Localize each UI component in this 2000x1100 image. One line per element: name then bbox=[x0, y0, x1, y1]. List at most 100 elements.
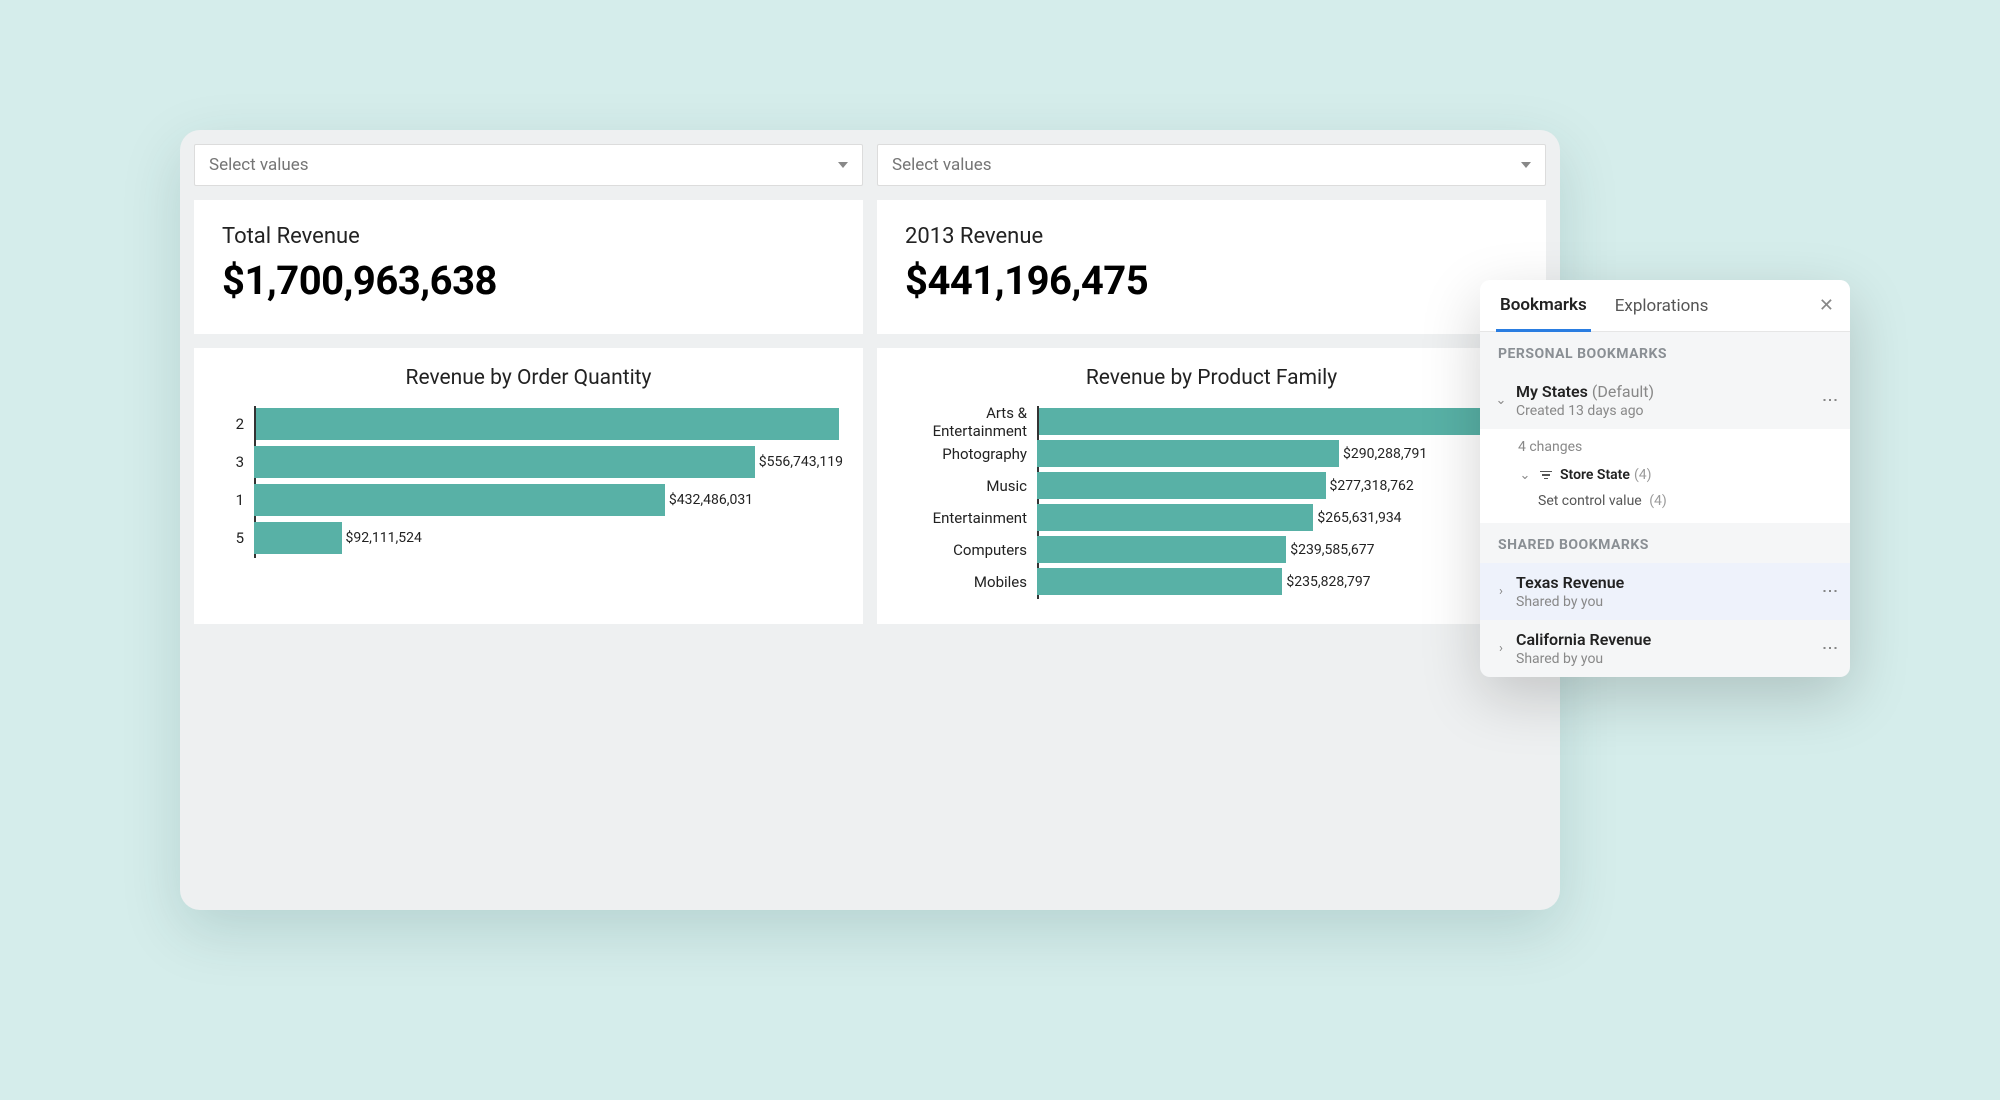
bar-category: 1 bbox=[214, 491, 254, 509]
bar-fill bbox=[1037, 472, 1326, 499]
kpi-value: $1,700,963,638 bbox=[222, 257, 835, 304]
bar-track: $235,828,797 bbox=[1037, 568, 1526, 595]
bookmark-text: My States (Default) Created 13 days ago bbox=[1516, 382, 1823, 419]
bar-value: $92,111,524 bbox=[346, 530, 422, 546]
bar-row: 3$556,743,119 bbox=[214, 446, 843, 478]
bar-fill bbox=[1037, 504, 1313, 531]
bar-value: $277,318,762 bbox=[1330, 478, 1414, 494]
store-state-label: Store State bbox=[1560, 467, 1630, 483]
bar-category: Computers bbox=[897, 541, 1037, 559]
kpi-title: Total Revenue bbox=[222, 224, 835, 249]
bar-fill bbox=[1037, 408, 1522, 435]
bar-category: 5 bbox=[214, 529, 254, 547]
bar-category: Mobiles bbox=[897, 573, 1037, 591]
bookmark-title: My States bbox=[1516, 382, 1588, 401]
bookmark-text: California Revenue Shared by you bbox=[1516, 630, 1823, 667]
store-state-row[interactable]: ⌄ Store State (4) bbox=[1518, 467, 1832, 483]
bar-value: $432,486,031 bbox=[669, 492, 753, 508]
bar-track: $92,111,524 bbox=[254, 522, 843, 554]
bar-track: $432,486,031 bbox=[254, 484, 843, 516]
caret-down-icon bbox=[1521, 162, 1531, 168]
hbar-chart: Arts & EntertainmentPhotography$290,288,… bbox=[897, 408, 1526, 595]
chart-row: Revenue by Order Quantity 2 3$556,743,119… bbox=[194, 348, 1546, 624]
bar-row: Entertainment $265,631,934 bbox=[897, 504, 1526, 531]
bookmark-item-my-states[interactable]: ⌄ My States (Default) Created 13 days ag… bbox=[1480, 372, 1850, 429]
kpi-title: 2013 Revenue bbox=[905, 224, 1518, 249]
changes-block: 4 changes ⌄ Store State (4) Set control … bbox=[1480, 429, 1850, 523]
set-control-count: (4) bbox=[1649, 493, 1667, 509]
filter-select-right[interactable]: Select values bbox=[877, 144, 1546, 186]
kpi-2013-revenue: 2013 Revenue $441,196,475 bbox=[877, 200, 1546, 334]
bookmark-item-texas-revenue[interactable]: › Texas Revenue Shared by you ⋮ bbox=[1480, 563, 1850, 620]
filter-row: Select values Select values bbox=[194, 144, 1546, 186]
bar-track bbox=[254, 408, 843, 440]
bar-fill bbox=[254, 408, 839, 440]
bar-fill bbox=[1037, 440, 1339, 467]
bar-fill bbox=[254, 484, 665, 516]
chart-revenue-by-product-family: Revenue by Product Family Arts & Enterta… bbox=[877, 348, 1546, 624]
caret-down-icon bbox=[838, 162, 848, 168]
kebab-menu-icon[interactable]: ⋮ bbox=[1823, 388, 1836, 413]
close-icon[interactable]: ✕ bbox=[1819, 295, 1834, 316]
bar-value: $265,631,934 bbox=[1317, 510, 1401, 526]
filter-placeholder: Select values bbox=[892, 155, 992, 175]
chevron-right-icon: › bbox=[1494, 641, 1508, 656]
bar-row: 1 $432,486,031 bbox=[214, 484, 843, 516]
bar-fill bbox=[1037, 568, 1282, 595]
section-header-shared: SHARED BOOKMARKS bbox=[1480, 523, 1850, 563]
bar-value: $290,288,791 bbox=[1343, 446, 1427, 462]
bar-row: Music $277,318,762 bbox=[897, 472, 1526, 499]
bar-fill bbox=[254, 522, 342, 554]
bar-row: Mobiles $235,828,797 bbox=[897, 568, 1526, 595]
tab-bookmarks[interactable]: Bookmarks bbox=[1496, 281, 1591, 332]
bar-fill bbox=[1037, 536, 1286, 563]
hbar-chart: 2 3$556,743,119 1 $432,486,031 5 $92,111,524 bbox=[214, 408, 843, 554]
bar-row: Computers $239,585,677 bbox=[897, 536, 1526, 563]
bar-category: 2 bbox=[214, 415, 254, 433]
set-control-label: Set control value bbox=[1538, 493, 1642, 509]
chevron-right-icon: › bbox=[1494, 584, 1508, 599]
store-state-count: (4) bbox=[1634, 467, 1652, 483]
bookmark-text: Texas Revenue Shared by you bbox=[1516, 573, 1823, 610]
bar-category: Photography bbox=[897, 445, 1037, 463]
chart-revenue-by-order-quantity: Revenue by Order Quantity 2 3$556,743,119… bbox=[194, 348, 863, 624]
bar-value: $235,828,797 bbox=[1286, 574, 1370, 590]
dashboard-frame: Select values Select values Total Revenu… bbox=[180, 130, 1560, 910]
bar-value: $556,743,119 bbox=[759, 454, 843, 470]
bar-row: 5 $92,111,524 bbox=[214, 522, 843, 554]
bookmark-title: California Revenue bbox=[1516, 630, 1651, 649]
bar-track bbox=[1037, 408, 1526, 435]
filter-placeholder: Select values bbox=[209, 155, 309, 175]
bar-value: $239,585,677 bbox=[1290, 542, 1374, 558]
bar-track: $556,743,119 bbox=[254, 446, 843, 478]
bar-track: $290,288,791 bbox=[1037, 440, 1526, 467]
bar-fill bbox=[254, 446, 755, 478]
chevron-down-icon: ⌄ bbox=[1518, 468, 1532, 483]
bookmark-item-california-revenue[interactable]: › California Revenue Shared by you ⋮ bbox=[1480, 620, 1850, 677]
bookmark-title: Texas Revenue bbox=[1516, 573, 1624, 592]
chart-title: Revenue by Order Quantity bbox=[214, 366, 843, 390]
tab-explorations[interactable]: Explorations bbox=[1611, 280, 1713, 331]
bookmark-sub: Shared by you bbox=[1516, 594, 1823, 610]
kpi-row: Total Revenue $1,700,963,638 2013 Revenu… bbox=[194, 200, 1546, 334]
kebab-menu-icon[interactable]: ⋮ bbox=[1823, 636, 1836, 661]
bookmark-sub: Shared by you bbox=[1516, 651, 1823, 667]
bookmarks-panel: Bookmarks Explorations ✕ PERSONAL BOOKMA… bbox=[1480, 280, 1850, 677]
bar-row: 2 bbox=[214, 408, 843, 440]
bookmark-sub: Created 13 days ago bbox=[1516, 403, 1823, 419]
bar-category: Arts & Entertainment bbox=[897, 404, 1037, 440]
filter-select-left[interactable]: Select values bbox=[194, 144, 863, 186]
set-control-row[interactable]: Set control value (4) bbox=[1518, 493, 1832, 509]
bar-track: $239,585,677 bbox=[1037, 536, 1526, 563]
changes-summary: 4 changes bbox=[1518, 439, 1832, 455]
kpi-value: $441,196,475 bbox=[905, 257, 1518, 304]
bar-category: Music bbox=[897, 477, 1037, 495]
kpi-total-revenue: Total Revenue $1,700,963,638 bbox=[194, 200, 863, 334]
kebab-menu-icon[interactable]: ⋮ bbox=[1823, 579, 1836, 604]
bar-category: Entertainment bbox=[897, 509, 1037, 527]
filter-icon bbox=[1540, 471, 1552, 480]
chevron-down-icon: ⌄ bbox=[1494, 393, 1508, 408]
bookmark-suffix: (Default) bbox=[1592, 382, 1654, 401]
bar-track: $265,631,934 bbox=[1037, 504, 1526, 531]
panel-header: Bookmarks Explorations ✕ bbox=[1480, 280, 1850, 332]
